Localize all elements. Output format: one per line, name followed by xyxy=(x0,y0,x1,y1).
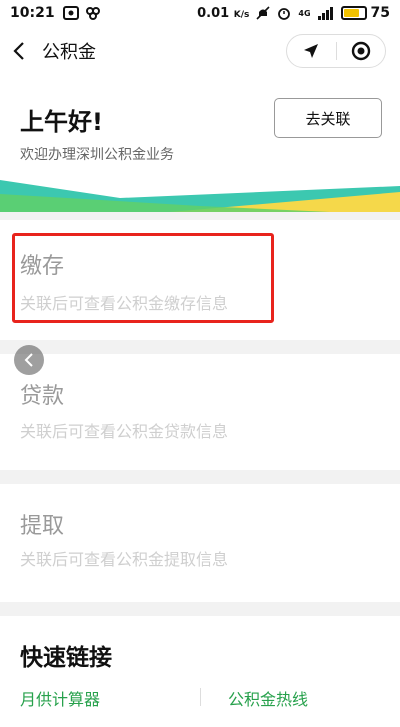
battery-percent: 75 xyxy=(370,5,390,21)
status-time: 10:21 xyxy=(10,5,55,21)
chevron-left-icon xyxy=(24,353,33,367)
back-button[interactable] xyxy=(0,26,38,76)
alarm-icon xyxy=(278,8,291,20)
location-arrow-icon xyxy=(304,44,319,58)
hotline-link[interactable]: 公积金热线 xyxy=(228,686,308,710)
loan-calculator-link[interactable]: 月供计算器 xyxy=(20,686,100,710)
loan-card[interactable]: 贷款 关联后可查看公积金贷款信息 xyxy=(0,354,400,470)
target-circle-icon xyxy=(351,41,370,61)
status-bar: 10:21 0.01 K/s 4G 75 xyxy=(0,0,400,26)
side-collapse-button[interactable] xyxy=(14,345,44,375)
page-title: 公积金 xyxy=(42,42,96,63)
link-account-button[interactable]: 去关联 xyxy=(274,98,382,138)
card-title: 贷款 xyxy=(20,384,65,409)
photo-notification-icon xyxy=(62,6,79,20)
withdrawal-card[interactable]: 提取 关联后可查看公积金提取信息 xyxy=(0,484,400,602)
miniprogram-capsule xyxy=(286,34,386,68)
quick-links-section: 快速链接 月供计算器 公积金热线 xyxy=(0,616,400,727)
network-speed: 0.01 K/s xyxy=(197,5,250,21)
location-button[interactable] xyxy=(287,35,336,67)
battery-indicator: 75 xyxy=(340,5,390,21)
greeting: 上午好! xyxy=(20,108,103,136)
close-capsule-button[interactable] xyxy=(336,35,385,67)
card-description: 关联后可查看公积金贷款信息 xyxy=(20,422,229,441)
welcome-subtitle: 欢迎办理深圳公积金业务 xyxy=(20,147,174,163)
mute-icon xyxy=(256,6,270,20)
quick-links-divider xyxy=(200,688,201,706)
chevron-left-icon xyxy=(13,42,24,60)
welcome-header: 上午好! 欢迎办理深圳公积金业务 去关联 xyxy=(0,76,400,212)
network-type: 4G xyxy=(298,8,311,18)
quick-links-title: 快速链接 xyxy=(20,645,112,671)
app-notification-icon xyxy=(85,7,100,20)
card-description: 关联后可查看公积金提取信息 xyxy=(20,550,229,569)
decorative-wave xyxy=(0,180,400,212)
card-title: 提取 xyxy=(20,514,65,539)
signal-icon xyxy=(317,6,333,20)
highlight-box xyxy=(12,233,274,323)
nav-bar: 公积金 xyxy=(0,26,400,76)
